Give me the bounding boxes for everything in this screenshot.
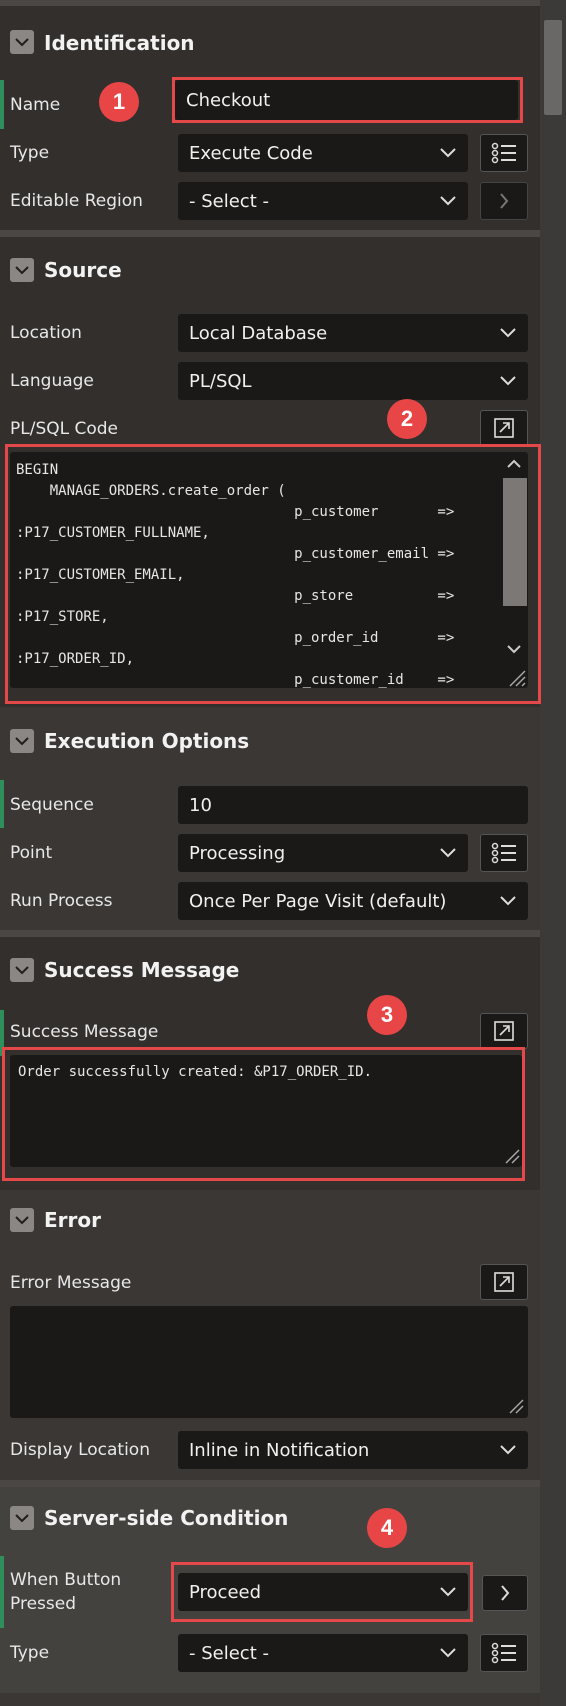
identification-collapse-toggle[interactable] — [10, 30, 34, 54]
page-scrollbar[interactable] — [540, 0, 566, 1706]
list-icon — [491, 842, 516, 864]
name-required-accent — [0, 80, 4, 129]
when-button-go-button[interactable] — [482, 1575, 528, 1611]
annotation-marker-4: 4 — [367, 1508, 407, 1548]
condition-collapse-toggle[interactable] — [10, 1506, 34, 1530]
run-process-value: Once Per Page Visit (default) — [189, 890, 447, 912]
error-expand-button[interactable] — [480, 1264, 528, 1300]
editable-region-select[interactable]: - Select - — [178, 182, 468, 220]
condition-type-label: Type — [10, 1643, 50, 1663]
type-list-button[interactable] — [480, 134, 528, 172]
scrollbar-thumb[interactable] — [544, 20, 562, 115]
identification-title: Identification — [44, 31, 195, 55]
location-select[interactable]: Local Database — [178, 314, 528, 352]
success-message-label: Success Message — [10, 1022, 159, 1042]
section-divider — [0, 930, 540, 937]
name-label: Name — [10, 95, 61, 115]
chevron-down-icon — [500, 1445, 516, 1455]
chevron-down-icon — [440, 1648, 456, 1658]
error-title: Error — [44, 1208, 101, 1232]
highlight-box-success — [2, 1047, 525, 1181]
section-divider — [0, 230, 540, 237]
success-expand-button[interactable] — [480, 1013, 528, 1049]
language-value: PL/SQL — [189, 370, 252, 392]
run-process-select[interactable]: Once Per Page Visit (default) — [178, 882, 528, 920]
expand-icon — [494, 418, 514, 438]
chevron-down-icon — [440, 148, 456, 158]
top-divider — [0, 0, 540, 6]
source-title: Source — [44, 258, 122, 282]
display-location-value: Inline in Notification — [189, 1439, 370, 1461]
type-select-value: Execute Code — [189, 142, 313, 164]
chevron-right-icon — [500, 193, 509, 209]
list-icon — [491, 1642, 516, 1664]
highlight-box-code — [5, 444, 541, 704]
source-collapse-toggle[interactable] — [10, 258, 34, 282]
editable-region-label: Editable Region — [10, 191, 143, 211]
condition-type-value: - Select - — [189, 1642, 269, 1664]
resize-handle-icon[interactable] — [508, 1398, 524, 1414]
chevron-down-icon — [500, 376, 516, 386]
location-value: Local Database — [189, 322, 328, 344]
language-select[interactable]: PL/SQL — [178, 362, 528, 400]
section-divider — [0, 1480, 540, 1487]
sequence-required-accent — [0, 780, 4, 828]
chevron-down-icon — [500, 328, 516, 338]
execution-collapse-toggle[interactable] — [10, 729, 34, 753]
error-collapse-toggle[interactable] — [10, 1208, 34, 1232]
point-value: Processing — [189, 842, 286, 864]
highlight-box-name — [172, 77, 523, 123]
success-collapse-toggle[interactable] — [10, 958, 34, 982]
success-message-title: Success Message — [44, 958, 240, 982]
point-label: Point — [10, 843, 53, 863]
chevron-down-icon — [15, 265, 29, 274]
chevron-down-icon — [440, 196, 456, 206]
chevron-down-icon — [15, 736, 29, 745]
display-location-label: Display Location — [10, 1440, 150, 1460]
editable-region-go-button[interactable] — [480, 182, 528, 220]
sequence-label: Sequence — [10, 795, 94, 815]
condition-type-list-button[interactable] — [480, 1634, 528, 1672]
list-icon — [491, 142, 516, 164]
execution-options-title: Execution Options — [44, 729, 250, 753]
language-label: Language — [10, 371, 94, 391]
code-expand-button[interactable] — [480, 410, 528, 446]
error-message-textarea[interactable] — [10, 1306, 528, 1418]
highlight-box-when-button — [171, 1562, 473, 1622]
when-button-pressed-label: When Button Pressed — [10, 1570, 122, 1614]
chevron-right-icon — [501, 1585, 510, 1601]
point-list-button[interactable] — [480, 834, 528, 872]
chevron-down-icon — [440, 848, 456, 858]
chevron-down-icon — [15, 1513, 29, 1522]
annotation-marker-2: 2 — [387, 399, 427, 439]
type-select[interactable]: Execute Code — [178, 134, 468, 172]
type-label: Type — [10, 143, 50, 163]
expand-icon — [494, 1272, 514, 1292]
point-select[interactable]: Processing — [178, 834, 468, 872]
chevron-down-icon — [15, 1215, 29, 1224]
plsql-code-label: PL/SQL Code — [10, 419, 119, 439]
chevron-down-icon — [15, 37, 29, 46]
sequence-input[interactable]: 10 — [178, 786, 528, 824]
expand-icon — [494, 1021, 514, 1041]
bottom-divider — [0, 1693, 540, 1706]
chevron-down-icon — [15, 965, 29, 974]
run-process-label: Run Process — [10, 891, 113, 911]
chevron-down-icon — [500, 896, 516, 906]
display-location-select[interactable]: Inline in Notification — [178, 1431, 528, 1469]
server-side-condition-title: Server-side Condition — [44, 1506, 289, 1530]
location-label: Location — [10, 323, 82, 343]
condition-type-select[interactable]: - Select - — [178, 1634, 468, 1672]
annotation-marker-1: 1 — [99, 82, 139, 122]
error-message-label: Error Message — [10, 1273, 132, 1293]
editable-region-value: - Select - — [189, 190, 269, 212]
annotation-marker-3: 3 — [367, 995, 407, 1035]
when-button-accent — [0, 1556, 4, 1628]
